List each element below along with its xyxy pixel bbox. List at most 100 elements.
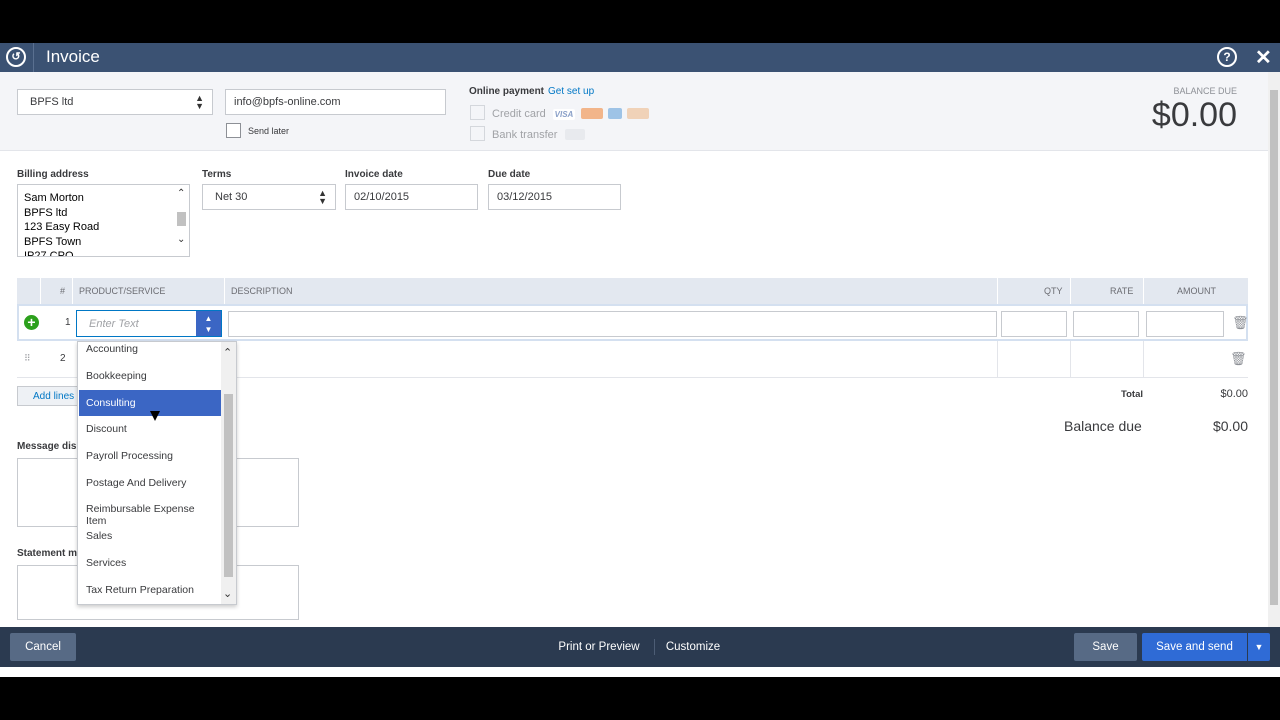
history-icon[interactable]: ↺ bbox=[6, 47, 26, 67]
customize-button[interactable]: Customize bbox=[660, 633, 726, 661]
rate-input[interactable] bbox=[1073, 311, 1139, 337]
drag-handle-icon[interactable]: ⠿ bbox=[24, 353, 31, 364]
col-rate: RATE bbox=[1110, 286, 1134, 296]
column-divider bbox=[224, 278, 225, 304]
chevron-down-icon[interactable]: ⌄ bbox=[223, 587, 232, 600]
dropdown-item[interactable]: Tax Return Preparation bbox=[79, 577, 223, 603]
bank-transfer-checkbox[interactable] bbox=[470, 126, 485, 141]
select-arrows-icon: ▲ ▼ bbox=[318, 188, 327, 206]
cancel-button[interactable]: Cancel bbox=[10, 633, 76, 661]
scroll-thumb[interactable] bbox=[177, 212, 186, 226]
chevron-up-icon[interactable]: ⌃ bbox=[223, 346, 232, 359]
customer-value: BPFS ltd bbox=[30, 96, 74, 108]
mouse-cursor-icon bbox=[150, 411, 160, 421]
dropdown-item[interactable]: Reimbursable Expense Item bbox=[79, 496, 223, 527]
balance-due-footer-label: Balance due bbox=[1064, 418, 1142, 434]
total-value: $0.00 bbox=[1220, 388, 1248, 400]
visa-icon: VISA bbox=[553, 109, 575, 120]
invoice-window: ↺ Invoice ? ✕ BPFS ltd ▲ ▼ info@bpfs-onli… bbox=[0, 43, 1280, 677]
product-service-input[interactable]: Enter Text ▲ ▼ bbox=[76, 310, 222, 337]
scroll-thumb[interactable] bbox=[1270, 90, 1278, 605]
mastercard-icon bbox=[581, 108, 603, 119]
add-lines-button[interactable]: Add lines bbox=[17, 386, 79, 406]
bank-transfer-label: Bank transfer bbox=[492, 129, 558, 141]
window-title: Invoice bbox=[46, 47, 100, 66]
column-divider bbox=[997, 341, 998, 377]
dropdown-item[interactable]: Postage And Delivery bbox=[79, 470, 223, 496]
save-and-send-button[interactable]: Save and send bbox=[1142, 633, 1247, 661]
customer-select[interactable]: BPFS ltd ▲ ▼ bbox=[17, 89, 213, 115]
qty-input[interactable] bbox=[1001, 311, 1067, 337]
online-payment-label: Online payment bbox=[469, 86, 545, 97]
column-divider bbox=[1070, 341, 1071, 377]
amex-icon bbox=[608, 108, 622, 119]
address-line: BPFS ltd bbox=[24, 206, 68, 219]
credit-card-label: Credit card bbox=[492, 108, 546, 120]
trash-icon[interactable]: 🗑 bbox=[1230, 351, 1247, 367]
column-divider bbox=[997, 278, 998, 304]
select-arrows-icon: ▲ ▼ bbox=[195, 93, 204, 111]
title-separator bbox=[33, 43, 34, 72]
description-input[interactable] bbox=[228, 311, 997, 337]
trash-icon[interactable]: 🗑 bbox=[1232, 315, 1249, 331]
due-date-field[interactable]: 03/12/2015 bbox=[488, 184, 621, 210]
column-divider bbox=[40, 278, 41, 304]
dropdown-item[interactable]: Accounting bbox=[79, 342, 223, 362]
product-dropdown: Accounting Bookkeeping Consulting Discou… bbox=[77, 341, 237, 605]
discover-icon bbox=[627, 108, 649, 119]
col-num: # bbox=[60, 286, 66, 296]
address-line: IP27 CPO bbox=[24, 250, 74, 257]
dropdown-item[interactable]: Payroll Processing bbox=[79, 443, 223, 469]
chevron-down-icon[interactable]: ⌄ bbox=[177, 233, 185, 248]
terms-select[interactable]: Net 30 ▲ ▼ bbox=[202, 184, 336, 210]
invoice-header: BPFS ltd ▲ ▼ info@bpfs-online.com Send la… bbox=[0, 72, 1268, 151]
message-label: Message displayed on invoice bbox=[17, 441, 79, 452]
balance-due-label: BALANCE DUE bbox=[1173, 86, 1237, 96]
chevron-down-icon[interactable]: ▼ bbox=[1248, 633, 1270, 661]
amount-input[interactable] bbox=[1146, 311, 1224, 337]
select-arrows-icon[interactable]: ▲ ▼ bbox=[196, 311, 221, 336]
product-placeholder: Enter Text bbox=[89, 318, 139, 330]
scroll-thumb[interactable] bbox=[224, 394, 233, 577]
chevron-up-icon[interactable]: ⌃ bbox=[177, 187, 185, 202]
get-set-up-link[interactable]: Get set up bbox=[548, 86, 594, 97]
add-row-icon[interactable]: + bbox=[24, 315, 39, 330]
total-label: Total bbox=[1121, 389, 1143, 400]
footer-separator bbox=[654, 639, 655, 655]
column-divider bbox=[1070, 278, 1071, 304]
balance-due-amount: $0.00 bbox=[1151, 96, 1237, 134]
terms-value: Net 30 bbox=[215, 191, 248, 203]
save-button[interactable]: Save bbox=[1074, 633, 1137, 661]
send-later-label: Send later bbox=[248, 126, 290, 136]
billing-address-field[interactable]: Sam Morton BPFS ltd 123 Easy Road BPFS T… bbox=[17, 184, 190, 257]
column-divider bbox=[1143, 341, 1144, 377]
col-amount: AMOUNT bbox=[1177, 286, 1216, 296]
address-scrollbar[interactable]: ⌃ ⌄ bbox=[174, 185, 189, 256]
column-divider bbox=[1143, 278, 1144, 304]
print-preview-button[interactable]: Print or Preview bbox=[554, 633, 644, 661]
row-number: 1 bbox=[65, 317, 71, 328]
column-divider bbox=[72, 278, 73, 304]
footer-toolbar: Cancel Print or Preview Customize Save S… bbox=[0, 627, 1280, 667]
dropdown-item[interactable]: Services bbox=[79, 550, 223, 576]
col-product: PRODUCT/SERVICE bbox=[79, 286, 166, 296]
col-qty: QTY bbox=[1044, 286, 1063, 296]
invoice-date-field[interactable]: 02/10/2015 bbox=[345, 184, 478, 210]
page-scrollbar[interactable] bbox=[1268, 72, 1280, 627]
title-bar: ↺ Invoice ? ✕ bbox=[0, 43, 1280, 72]
email-field[interactable]: info@bpfs-online.com bbox=[225, 89, 446, 115]
send-later-checkbox[interactable] bbox=[226, 123, 241, 138]
address-line: BPFS Town bbox=[24, 235, 82, 248]
address-line: Sam Morton bbox=[24, 192, 84, 204]
dropdown-item[interactable]: Bookkeeping bbox=[79, 363, 223, 389]
dropdown-item[interactable]: Sales bbox=[79, 523, 223, 549]
row-number: 2 bbox=[60, 353, 66, 364]
balance-due-footer-value: $0.00 bbox=[1212, 418, 1248, 434]
line-items-header: # PRODUCT/SERVICE DESCRIPTION QTY RATE A… bbox=[17, 278, 1248, 304]
due-date-label: Due date bbox=[488, 169, 531, 180]
dropdown-scrollbar[interactable]: ⌃ ⌄ bbox=[221, 342, 236, 604]
help-icon[interactable]: ? bbox=[1217, 47, 1237, 67]
close-icon[interactable]: ✕ bbox=[1255, 45, 1272, 70]
credit-card-checkbox[interactable] bbox=[470, 105, 485, 120]
address-line: 123 Easy Road bbox=[24, 221, 100, 233]
